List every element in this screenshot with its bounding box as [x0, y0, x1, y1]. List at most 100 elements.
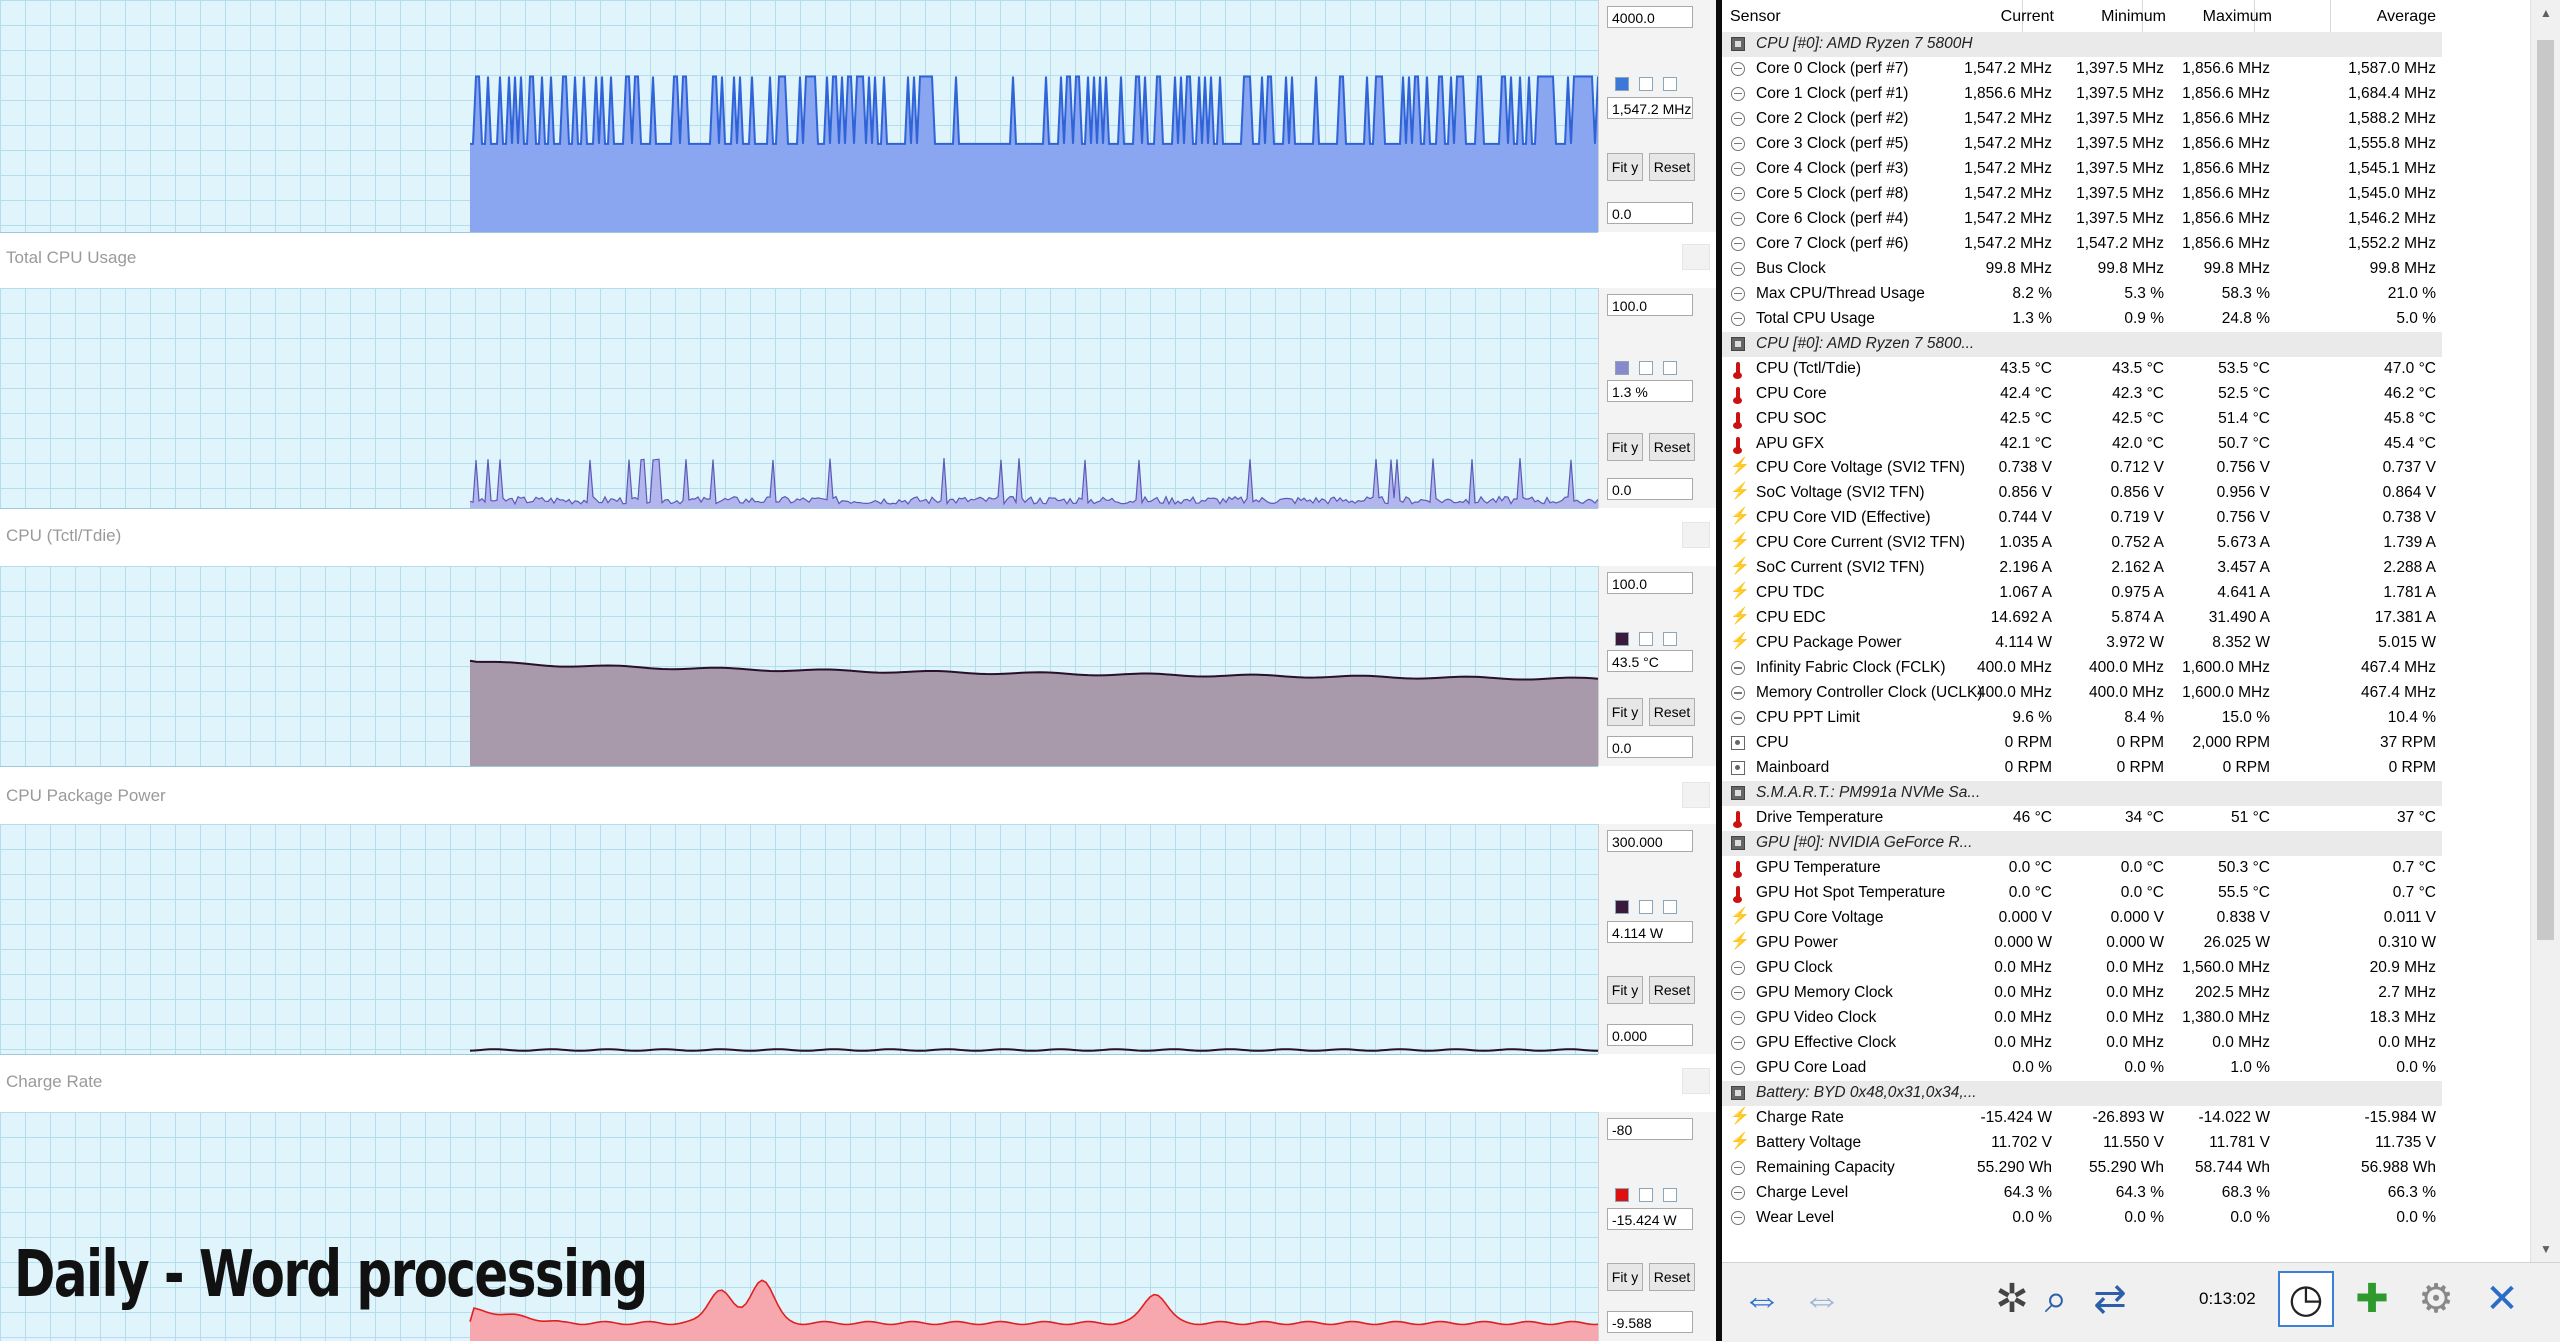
sensor-row[interactable]: GPU Video Clock 0.0 MHz 0.0 MHz 1,380.0 MHz… [1722, 1006, 2442, 1031]
sensor-row[interactable]: Wear Level 0.0 % 0.0 % 0.0 % 0.0 % [1722, 1206, 2442, 1231]
close-icon[interactable]: ✕ [2474, 1271, 2530, 1327]
reset-button[interactable]: Reset [1649, 976, 1695, 1004]
sensor-row[interactable]: Core 5 Clock (perf #8) 1,547.2 MHz 1,397.5… [1722, 182, 2442, 207]
sensor-row[interactable]: SoC Voltage (SVI2 TFN) 0.856 V 0.856 V 0.95… [1722, 481, 2442, 506]
sensor-row[interactable]: SoC Current (SVI2 TFN) 2.196 A 2.162 A 3.45… [1722, 556, 2442, 581]
sensor-row[interactable]: Charge Level 64.3 % 64.3 % 68.3 % 66.3 % [1722, 1181, 2442, 1206]
graph-min-field[interactable]: 0.0 [1607, 736, 1693, 758]
sensor-row[interactable]: Infinity Fabric Clock (FCLK) 400.0 MHz 400… [1722, 656, 2442, 681]
graph-option-checkbox[interactable] [1639, 632, 1653, 646]
graph-min-field[interactable]: 0.000 [1607, 1024, 1693, 1046]
nav-prev-next-icon[interactable]: ⇔ [1734, 1271, 1790, 1327]
sensor-row[interactable]: CPU 0 RPM 0 RPM 2,000 RPM 37 RPM [1722, 731, 2442, 756]
reset-button[interactable]: Reset [1649, 698, 1695, 726]
sensor-row[interactable]: CPU Core VID (Effective) 0.744 V 0.719 V 0.… [1722, 506, 2442, 531]
sensor-row[interactable]: CPU (Tctl/Tdie) 43.5 °C 43.5 °C 53.5 °C 47.0… [1722, 357, 2442, 382]
graph-max-field[interactable]: 100.0 [1607, 294, 1693, 316]
sensor-row[interactable]: GPU Hot Spot Temperature 0.0 °C 0.0 °C 55.5… [1722, 881, 2442, 906]
col-header-maximum[interactable]: Maximum [2203, 8, 2272, 26]
sensor-row[interactable]: Mainboard 0 RPM 0 RPM 0 RPM 0 RPM [1722, 756, 2442, 781]
graph-current-field[interactable]: 1.3 % [1607, 380, 1693, 402]
sensor-row[interactable]: CPU PPT Limit 9.6 % 8.4 % 15.0 % 10.4 % [1722, 706, 2442, 731]
graph-current-field[interactable]: 1,547.2 MHz [1607, 97, 1693, 119]
col-header-sensor[interactable]: Sensor [1730, 8, 1781, 26]
graph-close-button[interactable] [1682, 1068, 1710, 1094]
sensor-row[interactable]: GPU Memory Clock 0.0 MHz 0.0 MHz 202.5 MHz 2… [1722, 981, 2442, 1006]
sensor-group-header[interactable]: CPU [#0]: AMD Ryzen 7 5800... [1722, 331, 2442, 357]
graph-option-checkbox[interactable] [1663, 632, 1677, 646]
fit-y-button[interactable]: Fit y [1607, 433, 1643, 461]
sensor-row[interactable]: Core 1 Clock (perf #1) 1,856.6 MHz 1,397.5… [1722, 82, 2442, 107]
graph-min-field[interactable]: -9.588 [1607, 1311, 1693, 1333]
sensor-row[interactable]: CPU Core Current (SVI2 TFN) 1.035 A 0.752 … [1722, 531, 2442, 556]
scrollbar-thumb[interactable] [2537, 40, 2554, 940]
network-icon[interactable]: ⇄ [2082, 1271, 2138, 1327]
sensor-row[interactable]: GPU Core Voltage 0.000 V 0.000 V 0.838 V 0.0… [1722, 906, 2442, 931]
sensor-row[interactable]: Core 0 Clock (perf #7) 1,547.2 MHz 1,397.5… [1722, 57, 2442, 82]
sensor-row[interactable]: Core 6 Clock (perf #4) 1,547.2 MHz 1,397.5… [1722, 207, 2442, 232]
clock-icon[interactable]: ◷ [2278, 1271, 2334, 1327]
vertical-scrollbar[interactable]: ▲ ▼ [2530, 0, 2560, 1262]
sensor-row[interactable]: Max CPU/Thread Usage 8.2 % 5.3 % 58.3 % 21.0… [1722, 282, 2442, 307]
graph-current-field[interactable]: 43.5 °C [1607, 650, 1693, 672]
sensor-row[interactable]: GPU Clock 0.0 MHz 0.0 MHz 1,560.0 MHz 20.9 M… [1722, 956, 2442, 981]
graph-option-checkbox[interactable] [1639, 361, 1653, 375]
sensor-group-header[interactable]: S.M.A.R.T.: PM991a NVMe Sa... [1722, 781, 2442, 807]
graph-max-field[interactable]: 4000.0 [1607, 6, 1693, 28]
fit-y-button[interactable]: Fit y [1607, 153, 1643, 181]
sensor-row[interactable]: Remaining Capacity 55.290 Wh 55.290 Wh 58.7… [1722, 1156, 2442, 1181]
sensor-row[interactable]: CPU Core Voltage (SVI2 TFN) 0.738 V 0.712 … [1722, 456, 2442, 481]
sensor-row[interactable]: Bus Clock 99.8 MHz 99.8 MHz 99.8 MHz 99.8 MH… [1722, 257, 2442, 282]
col-header-minimum[interactable]: Minimum [2101, 8, 2166, 26]
sensor-row[interactable]: CPU TDC 1.067 A 0.975 A 4.641 A 1.781 A [1722, 581, 2442, 606]
sensor-row[interactable]: CPU SOC 42.5 °C 42.5 °C 51.4 °C 45.8 °C [1722, 407, 2442, 432]
graph-option-checkbox[interactable] [1639, 1188, 1653, 1202]
sensor-row[interactable]: GPU Effective Clock 0.0 MHz 0.0 MHz 0.0 MHz… [1722, 1031, 2442, 1056]
reset-button[interactable]: Reset [1649, 433, 1695, 461]
col-header-current[interactable]: Current [2001, 8, 2054, 26]
reset-button[interactable]: Reset [1649, 153, 1695, 181]
graph-color-swatch[interactable] [1615, 632, 1629, 646]
graph-option-checkbox[interactable] [1663, 77, 1677, 91]
graph-color-swatch[interactable] [1615, 900, 1629, 914]
graph-current-field[interactable]: -15.424 W [1607, 1208, 1693, 1230]
sensor-group-header[interactable]: GPU [#0]: NVIDIA GeForce R... [1722, 831, 2442, 856]
graph-max-field[interactable]: -80 [1607, 1118, 1693, 1140]
col-header-average[interactable]: Average [2377, 8, 2436, 26]
graph-max-field[interactable]: 300.000 [1607, 830, 1693, 852]
graph-option-checkbox[interactable] [1663, 1188, 1677, 1202]
sensor-row[interactable]: GPU Core Load 0.0 % 0.0 % 1.0 % 0.0 % [1722, 1056, 2442, 1081]
nav-collapse-icon[interactable]: ⇔ [1794, 1271, 1850, 1327]
sensor-row[interactable]: Core 3 Clock (perf #5) 1,547.2 MHz 1,397.5… [1722, 132, 2442, 157]
sensor-row[interactable]: Total CPU Usage 1.3 % 0.9 % 24.8 % 5.0 % [1722, 307, 2442, 332]
sensor-row[interactable]: Drive Temperature 46 °C 34 °C 51 °C 37 °C [1722, 806, 2442, 831]
sensor-row[interactable]: Memory Controller Clock (UCLK) 400.0 MHz 4… [1722, 681, 2442, 706]
sensor-row[interactable]: CPU Package Power 4.114 W 3.972 W 8.352 W 5.… [1722, 631, 2442, 656]
graph-min-field[interactable]: 0.0 [1607, 202, 1693, 224]
sensor-row[interactable]: CPU Core 42.4 °C 42.3 °C 52.5 °C 46.2 °C [1722, 382, 2442, 407]
scroll-up-icon[interactable]: ▲ [2540, 6, 2552, 20]
graph-close-button[interactable] [1682, 522, 1710, 548]
sensor-row[interactable]: Core 2 Clock (perf #2) 1,547.2 MHz 1,397.5… [1722, 107, 2442, 132]
reset-button[interactable]: Reset [1649, 1263, 1695, 1291]
graph-option-checkbox[interactable] [1663, 361, 1677, 375]
graph-max-field[interactable]: 100.0 [1607, 572, 1693, 594]
sensor-row[interactable]: Core 7 Clock (perf #6) 1,547.2 MHz 1,547.2… [1722, 232, 2442, 257]
graph-close-button[interactable] [1682, 244, 1710, 270]
graph-close-button[interactable] [1682, 782, 1710, 808]
sensor-row[interactable]: Core 4 Clock (perf #3) 1,547.2 MHz 1,397.5… [1722, 157, 2442, 182]
graph-option-checkbox[interactable] [1639, 77, 1653, 91]
graph-option-checkbox[interactable] [1639, 900, 1653, 914]
settings-gear-icon[interactable]: ⚙ [2408, 1271, 2464, 1327]
scroll-down-icon[interactable]: ▼ [2540, 1242, 2552, 1256]
sensor-row[interactable]: GPU Power 0.000 W 0.000 W 26.025 W 0.310 W [1722, 931, 2442, 956]
graph-color-swatch[interactable] [1615, 1188, 1629, 1202]
sensor-row[interactable]: CPU EDC 14.692 A 5.874 A 31.490 A 17.381 A [1722, 606, 2442, 631]
add-report-icon[interactable]: ✚ [2344, 1271, 2400, 1327]
sensor-row[interactable]: Charge Rate -15.424 W -26.893 W -14.022 W -1… [1722, 1106, 2442, 1131]
sensor-row[interactable]: Battery Voltage 11.702 V 11.550 V 11.781 V 1… [1722, 1131, 2442, 1156]
column-separator[interactable] [2330, 0, 2331, 32]
fit-y-button[interactable]: Fit y [1607, 1263, 1643, 1291]
graph-option-checkbox[interactable] [1663, 900, 1677, 914]
graph-current-field[interactable]: 4.114 W [1607, 921, 1693, 943]
